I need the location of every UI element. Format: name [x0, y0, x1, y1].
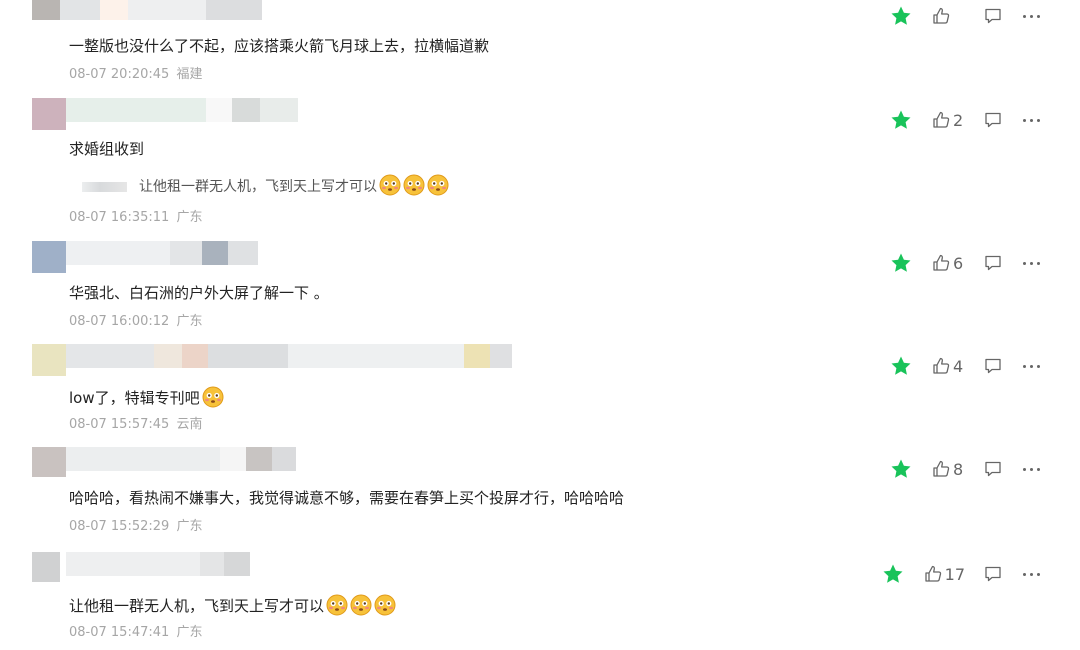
like-button[interactable]: 2 [931, 110, 965, 130]
thumbs-up-icon [924, 565, 941, 582]
star-icon[interactable] [881, 562, 905, 586]
comment-location: 广东 [176, 314, 203, 329]
comment-time: 08-07 15:57:45 [69, 417, 170, 432]
star-icon[interactable] [889, 108, 913, 132]
flushed-face-emoji [202, 386, 224, 408]
comment-time: 08-07 15:47:41 [69, 625, 170, 640]
username-mosaic[interactable] [32, 447, 296, 477]
star-icon[interactable] [889, 251, 913, 275]
thumbs-up-icon [933, 7, 950, 24]
comment-actions [889, 4, 1040, 28]
flushed-face-emoji [350, 594, 372, 616]
star-icon[interactable] [889, 4, 913, 28]
comment-text: 华强北、白石洲的户外大屏了解一下 。 [69, 284, 329, 302]
star-icon[interactable] [889, 457, 913, 481]
flushed-face-emoji [379, 174, 401, 196]
more-dots-icon[interactable] [1023, 110, 1040, 130]
comment-meta: 08-07 16:00:12 广东 [69, 313, 202, 331]
emoji-group [377, 174, 449, 196]
like-button[interactable]: 6 [931, 253, 965, 273]
comment-meta: 08-07 20:20:45 福建 [69, 66, 202, 84]
comment-actions: 17 [881, 562, 1040, 586]
comment-bubble-icon[interactable] [983, 459, 1003, 479]
comment-location: 广东 [176, 210, 203, 225]
flushed-face-emoji [374, 594, 396, 616]
comment-meta: 08-07 15:52:29 广东 [69, 518, 202, 536]
comment-actions: 8 [889, 457, 1040, 481]
comment-actions: 6 [889, 251, 1040, 275]
comment-time: 08-07 16:35:11 [69, 210, 170, 225]
more-dots-icon[interactable] [1023, 6, 1040, 26]
comment-bubble-icon[interactable] [983, 356, 1003, 376]
comment-text: low了，特辑专刊吧 [69, 386, 224, 408]
like-count: 17 [944, 564, 965, 584]
more-dots-icon[interactable] [1023, 356, 1040, 376]
comment-location: 福建 [176, 67, 203, 82]
thumbs-up-icon [933, 460, 950, 477]
reply-text: 让他租一群无人机，飞到天上写才可以 [139, 179, 377, 195]
star-icon[interactable] [889, 354, 913, 378]
comment-bubble-icon[interactable] [983, 253, 1003, 273]
comment-bubble-icon[interactable] [983, 110, 1003, 130]
comment-location: 广东 [176, 519, 203, 534]
flushed-face-emoji [427, 174, 449, 196]
username-mosaic[interactable] [32, 98, 298, 130]
username-mosaic[interactable] [32, 344, 512, 376]
reply-username-mosaic[interactable] [82, 182, 127, 192]
comment-meta: 08-07 16:35:11 广东 [69, 209, 202, 227]
comment-location: 广东 [176, 625, 203, 640]
comment-time: 08-07 16:00:12 [69, 314, 170, 329]
comment-actions: 2 [889, 108, 1040, 132]
comment-location: 云南 [176, 417, 203, 432]
comment-actions: 4 [889, 354, 1040, 378]
flushed-face-emoji [326, 594, 348, 616]
flushed-face-emoji [403, 174, 425, 196]
more-dots-icon[interactable] [1023, 459, 1040, 479]
comment-text: 求婚组收到 [69, 140, 145, 158]
like-count: 6 [953, 253, 964, 273]
comment-text-body: low了，特辑专刊吧 [69, 389, 200, 407]
comment-text-body: 让他租一群无人机，飞到天上写才可以 [69, 597, 325, 615]
like-button[interactable]: 8 [931, 459, 965, 479]
comment-time: 08-07 20:20:45 [69, 67, 170, 82]
quoted-reply: 让他租一群无人机，飞到天上写才可以 [82, 174, 449, 197]
comment-text: 哈哈哈，看热闹不嫌事大，我觉得诚意不够，需要在春笋上买个投屏才行，哈哈哈哈 [69, 489, 625, 507]
username-mosaic[interactable] [32, 552, 250, 582]
more-dots-icon[interactable] [1023, 253, 1040, 273]
like-count: 2 [953, 110, 964, 130]
thumbs-up-icon [933, 111, 950, 128]
comment-bubble-icon[interactable] [983, 564, 1003, 584]
like-button[interactable] [931, 6, 965, 26]
comment-meta: 08-07 15:47:41 广东 [69, 624, 202, 642]
more-dots-icon[interactable] [1023, 564, 1040, 584]
like-button[interactable]: 4 [931, 356, 965, 376]
comment-text: 让他租一群无人机，飞到天上写才可以 [69, 594, 396, 616]
like-button[interactable]: 17 [923, 564, 965, 584]
comment-time: 08-07 15:52:29 [69, 519, 170, 534]
comment-text: 一整版也没什么了不起，应该搭乘火箭飞月球上去，拉横幅道歉 [69, 37, 490, 55]
thumbs-up-icon [933, 254, 950, 271]
like-count: 8 [953, 459, 964, 479]
comment-bubble-icon[interactable] [983, 6, 1003, 26]
username-mosaic[interactable] [32, 0, 262, 20]
thumbs-up-icon [933, 357, 950, 374]
comment-meta: 08-07 15:57:45 云南 [69, 416, 202, 434]
username-mosaic[interactable] [32, 241, 258, 273]
like-count: 4 [953, 356, 964, 376]
